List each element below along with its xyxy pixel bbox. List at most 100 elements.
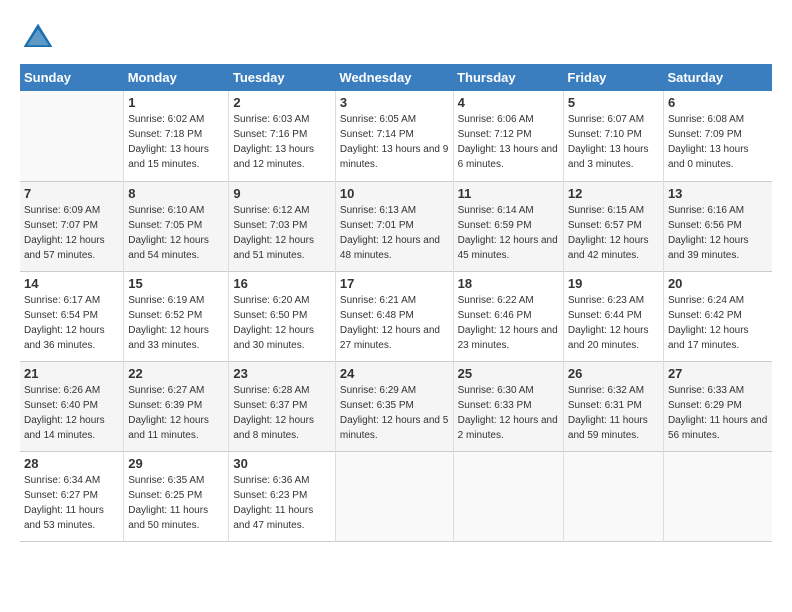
day-info: Sunrise: 6:03 AMSunset: 7:16 PMDaylight:… — [233, 112, 331, 172]
day-number: 25 — [458, 366, 559, 381]
day-info: Sunrise: 6:16 AMSunset: 6:56 PMDaylight:… — [668, 203, 768, 263]
day-number: 21 — [24, 366, 119, 381]
day-number: 20 — [668, 276, 768, 291]
day-info: Sunrise: 6:26 AMSunset: 6:40 PMDaylight:… — [24, 383, 119, 443]
calendar-cell: 2 Sunrise: 6:03 AMSunset: 7:16 PMDaylight… — [229, 91, 336, 181]
day-info: Sunrise: 6:20 AMSunset: 6:50 PMDaylight:… — [233, 293, 331, 353]
calendar-cell: 8 Sunrise: 6:10 AMSunset: 7:05 PMDaylight… — [124, 181, 229, 271]
day-number: 11 — [458, 186, 559, 201]
day-info: Sunrise: 6:05 AMSunset: 7:14 PMDaylight:… — [340, 112, 449, 172]
day-number: 28 — [24, 456, 119, 471]
day-number: 4 — [458, 95, 559, 110]
calendar-cell — [20, 91, 124, 181]
calendar-cell: 6 Sunrise: 6:08 AMSunset: 7:09 PMDaylight… — [663, 91, 772, 181]
calendar-header: SundayMondayTuesdayWednesdayThursdayFrid… — [20, 64, 772, 91]
calendar-table: SundayMondayTuesdayWednesdayThursdayFrid… — [20, 64, 772, 542]
calendar-cell — [563, 451, 663, 541]
day-number: 17 — [340, 276, 449, 291]
calendar-cell — [453, 451, 563, 541]
day-info: Sunrise: 6:27 AMSunset: 6:39 PMDaylight:… — [128, 383, 224, 443]
day-number: 15 — [128, 276, 224, 291]
weekday-header: Sunday — [20, 64, 124, 91]
calendar-cell: 16 Sunrise: 6:20 AMSunset: 6:50 PMDayligh… — [229, 271, 336, 361]
day-info: Sunrise: 6:22 AMSunset: 6:46 PMDaylight:… — [458, 293, 559, 353]
day-info: Sunrise: 6:10 AMSunset: 7:05 PMDaylight:… — [128, 203, 224, 263]
weekday-header: Tuesday — [229, 64, 336, 91]
calendar-cell: 17 Sunrise: 6:21 AMSunset: 6:48 PMDayligh… — [335, 271, 453, 361]
weekday-header: Wednesday — [335, 64, 453, 91]
day-info: Sunrise: 6:34 AMSunset: 6:27 PMDaylight:… — [24, 473, 119, 533]
calendar-cell — [663, 451, 772, 541]
day-number: 16 — [233, 276, 331, 291]
calendar-cell: 14Sunrise: 6:17 AMSunset: 6:54 PMDayligh… — [20, 271, 124, 361]
day-number: 13 — [668, 186, 768, 201]
calendar-cell: 26 Sunrise: 6:32 AMSunset: 6:31 PMDayligh… — [563, 361, 663, 451]
day-number: 3 — [340, 95, 449, 110]
calendar-cell: 5 Sunrise: 6:07 AMSunset: 7:10 PMDaylight… — [563, 91, 663, 181]
day-number: 7 — [24, 186, 119, 201]
day-number: 12 — [568, 186, 659, 201]
calendar-cell: 10 Sunrise: 6:13 AMSunset: 7:01 PMDayligh… — [335, 181, 453, 271]
calendar-cell: 29 Sunrise: 6:35 AMSunset: 6:25 PMDayligh… — [124, 451, 229, 541]
day-info: Sunrise: 6:30 AMSunset: 6:33 PMDaylight:… — [458, 383, 559, 443]
day-number: 10 — [340, 186, 449, 201]
calendar-cell: 21 Sunrise: 6:26 AMSunset: 6:40 PMDayligh… — [20, 361, 124, 451]
day-number: 5 — [568, 95, 659, 110]
day-info: Sunrise: 6:15 AMSunset: 6:57 PMDaylight:… — [568, 203, 659, 263]
day-number: 18 — [458, 276, 559, 291]
day-info: Sunrise: 6:06 AMSunset: 7:12 PMDaylight:… — [458, 112, 559, 172]
day-info: Sunrise: 6:13 AMSunset: 7:01 PMDaylight:… — [340, 203, 449, 263]
day-info: Sunrise: 6:14 AMSunset: 6:59 PMDaylight:… — [458, 203, 559, 263]
day-number: 27 — [668, 366, 768, 381]
calendar-cell: 18 Sunrise: 6:22 AMSunset: 6:46 PMDayligh… — [453, 271, 563, 361]
day-info: Sunrise: 6:23 AMSunset: 6:44 PMDaylight:… — [568, 293, 659, 353]
calendar-cell: 11 Sunrise: 6:14 AMSunset: 6:59 PMDayligh… — [453, 181, 563, 271]
day-info: Sunrise: 6:07 AMSunset: 7:10 PMDaylight:… — [568, 112, 659, 172]
calendar-cell: 3 Sunrise: 6:05 AMSunset: 7:14 PMDaylight… — [335, 91, 453, 181]
day-info: Sunrise: 6:29 AMSunset: 6:35 PMDaylight:… — [340, 383, 449, 443]
calendar-cell: 27 Sunrise: 6:33 AMSunset: 6:29 PMDayligh… — [663, 361, 772, 451]
day-number: 6 — [668, 95, 768, 110]
calendar-cell: 20 Sunrise: 6:24 AMSunset: 6:42 PMDayligh… — [663, 271, 772, 361]
calendar-cell: 30Sunrise: 6:36 AMSunset: 6:23 PMDayligh… — [229, 451, 336, 541]
calendar-cell: 19 Sunrise: 6:23 AMSunset: 6:44 PMDayligh… — [563, 271, 663, 361]
calendar-cell: 4 Sunrise: 6:06 AMSunset: 7:12 PMDaylight… — [453, 91, 563, 181]
day-info: Sunrise: 6:21 AMSunset: 6:48 PMDaylight:… — [340, 293, 449, 353]
day-info: Sunrise: 6:02 AMSunset: 7:18 PMDaylight:… — [128, 112, 224, 172]
day-info: Sunrise: 6:08 AMSunset: 7:09 PMDaylight:… — [668, 112, 768, 172]
day-info: Sunrise: 6:12 AMSunset: 7:03 PMDaylight:… — [233, 203, 331, 263]
calendar-cell: 9 Sunrise: 6:12 AMSunset: 7:03 PMDaylight… — [229, 181, 336, 271]
calendar-cell: 23Sunrise: 6:28 AMSunset: 6:37 PMDayligh… — [229, 361, 336, 451]
calendar-cell: 13 Sunrise: 6:16 AMSunset: 6:56 PMDayligh… — [663, 181, 772, 271]
weekday-header: Friday — [563, 64, 663, 91]
day-number: 2 — [233, 95, 331, 110]
weekday-header: Thursday — [453, 64, 563, 91]
page-header — [20, 20, 772, 56]
day-number: 9 — [233, 186, 331, 201]
day-number: 22 — [128, 366, 224, 381]
calendar-cell: 28 Sunrise: 6:34 AMSunset: 6:27 PMDayligh… — [20, 451, 124, 541]
day-info: Sunrise: 6:36 AMSunset: 6:23 PMDaylight:… — [233, 473, 331, 533]
logo — [20, 20, 60, 56]
calendar-cell: 7 Sunrise: 6:09 AMSunset: 7:07 PMDaylight… — [20, 181, 124, 271]
day-info: Sunrise: 6:35 AMSunset: 6:25 PMDaylight:… — [128, 473, 224, 533]
logo-icon — [20, 20, 56, 56]
day-number: 8 — [128, 186, 224, 201]
weekday-header: Monday — [124, 64, 229, 91]
day-info: Sunrise: 6:19 AMSunset: 6:52 PMDaylight:… — [128, 293, 224, 353]
day-number: 1 — [128, 95, 224, 110]
day-info: Sunrise: 6:33 AMSunset: 6:29 PMDaylight:… — [668, 383, 768, 443]
day-number: 29 — [128, 456, 224, 471]
calendar-cell: 25 Sunrise: 6:30 AMSunset: 6:33 PMDayligh… — [453, 361, 563, 451]
day-info: Sunrise: 6:09 AMSunset: 7:07 PMDaylight:… — [24, 203, 119, 263]
day-info: Sunrise: 6:24 AMSunset: 6:42 PMDaylight:… — [668, 293, 768, 353]
calendar-cell: 12 Sunrise: 6:15 AMSunset: 6:57 PMDayligh… — [563, 181, 663, 271]
day-number: 23 — [233, 366, 331, 381]
weekday-header: Saturday — [663, 64, 772, 91]
day-number: 14 — [24, 276, 119, 291]
day-number: 26 — [568, 366, 659, 381]
day-info: Sunrise: 6:32 AMSunset: 6:31 PMDaylight:… — [568, 383, 659, 443]
day-number: 19 — [568, 276, 659, 291]
calendar-cell: 22 Sunrise: 6:27 AMSunset: 6:39 PMDayligh… — [124, 361, 229, 451]
calendar-cell: 15 Sunrise: 6:19 AMSunset: 6:52 PMDayligh… — [124, 271, 229, 361]
